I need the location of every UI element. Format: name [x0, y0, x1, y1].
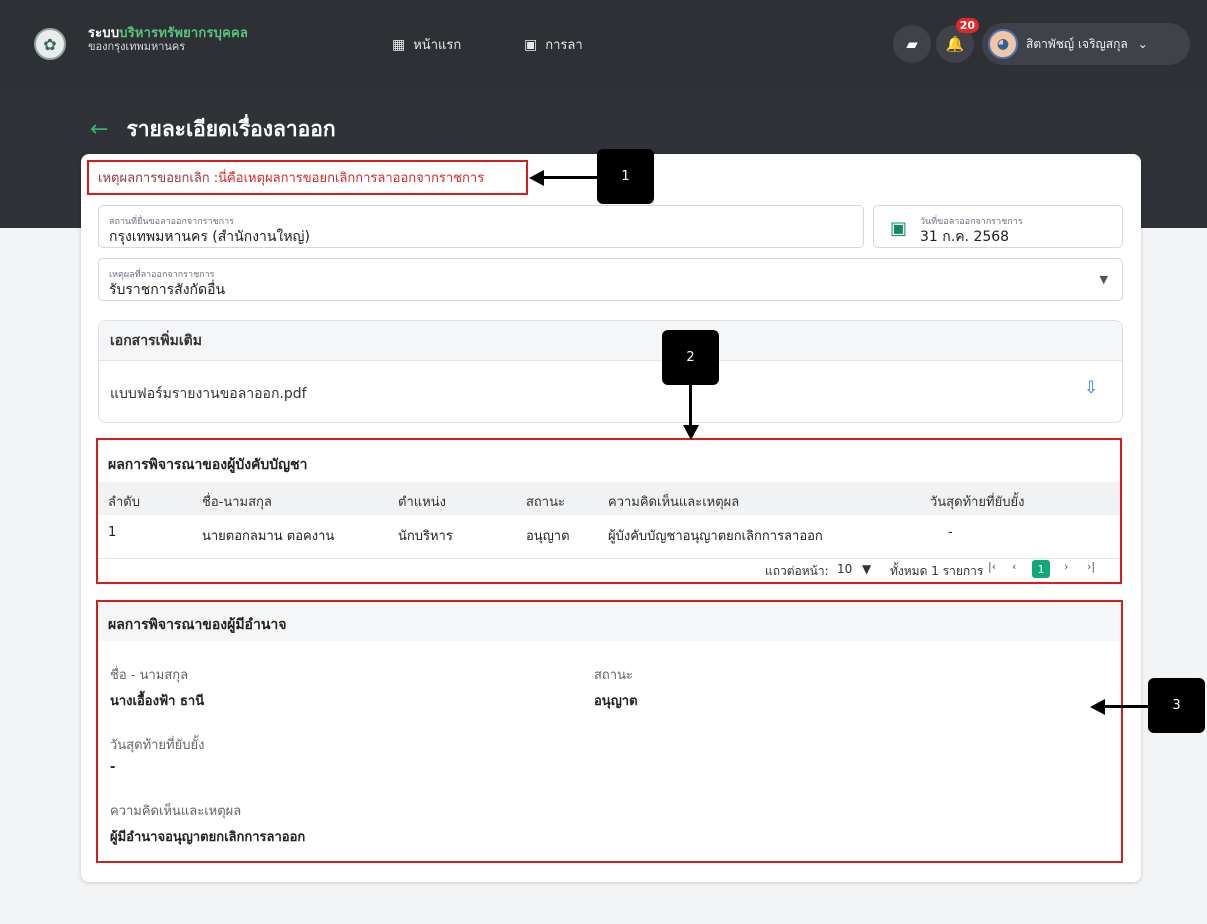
- logo-icon: ✿: [34, 28, 66, 60]
- authority-header: ผลการพิจารณาของผู้มีอำนาจ: [98, 602, 1121, 641]
- page-title: รายละเอียดเรื่องลาออก: [126, 117, 336, 141]
- chevron-down-icon: ▼: [1099, 273, 1108, 286]
- row-order: 1: [108, 525, 117, 540]
- nav-leave-label: การลา: [545, 38, 583, 53]
- authority-lastday-label: วันสุดท้ายที่ยับยั้ง: [110, 738, 205, 753]
- table-pagination: แถวต่อหน้า: 10 ▼ ทั้งหมด 1 รายการ |‹ ‹ 1…: [98, 558, 1120, 580]
- documents-title: เอกสารเพิ่มเติม: [99, 321, 1122, 361]
- arrow-left-icon: [1104, 705, 1149, 708]
- table-header: ลำดับ ชื่อ-นามสกุล ตำแหน่ง สถานะ ความคิด…: [98, 482, 1120, 515]
- col-name: ชื่อ-นามสกุล: [202, 495, 272, 510]
- next-page-icon[interactable]: ›: [1064, 560, 1068, 573]
- authority-comment-value: ผู้มีอำนาจอนุญาตยกเลิกการลาออก: [110, 830, 306, 845]
- authority-lastday-value: -: [110, 760, 116, 775]
- brand-accent: บริหารทรัพยากรบุคคล: [119, 26, 249, 41]
- avatar: ◕: [988, 29, 1018, 59]
- row-position: นักบริหาร: [398, 529, 453, 544]
- authority-name-value: นางเอื้องฟ้า ธานี: [110, 694, 205, 709]
- cancel-reason-label: เหตุผลการขอยกเลิก :: [98, 171, 219, 186]
- brand-subtitle: ของกรุงเทพมหานคร: [88, 40, 186, 54]
- bell-icon: 🔔: [945, 35, 965, 53]
- leave-reason-value: รับราชการสังกัดอื่น: [109, 282, 226, 298]
- top-navigation-bar: ✿ ระบบบริหารทรัพยากรบุคคล ของกรุงเทพมหาน…: [0, 0, 1207, 88]
- date-value: 31 ก.ค. 2568: [920, 229, 1010, 245]
- brand-prefix: ระบบ: [88, 26, 120, 41]
- documents-panel: เอกสารเพิ่มเติม แบบฟอร์มรายงานขอลาออก.pd…: [98, 320, 1123, 423]
- cancel-reason-value: นี่คือเหตุผลการขอยกเลิกการลาออกจากราชการ: [218, 171, 485, 186]
- arrowhead-down: [683, 425, 699, 440]
- notification-button[interactable]: 🔔 20: [936, 18, 979, 63]
- nav-home[interactable]: ▦ หน้าแรก: [392, 34, 461, 55]
- rows-per-page-select[interactable]: 10: [837, 562, 852, 576]
- authority-result-section: ผลการพิจารณาของผู้มีอำนาจ ชื่อ - นามสกุล…: [96, 600, 1123, 863]
- col-position: ตำแหน่ง: [398, 495, 446, 510]
- table-row: 1 นายตอกลมาน ตอคงาน นักบริหาร อนุญาต ผู้…: [98, 515, 1120, 550]
- previous-page-icon[interactable]: ‹: [1012, 560, 1016, 573]
- col-comment: ความคิดเห็นและเหตุผล: [608, 495, 740, 510]
- col-status: สถานะ: [526, 495, 565, 510]
- row-name: นายตอกลมาน ตอคงาน: [202, 529, 335, 544]
- callout-3: 3: [1148, 678, 1205, 733]
- authority-name-label: ชื่อ - นามสกุล: [110, 668, 189, 683]
- document-file-name[interactable]: แบบฟอร์มรายงานขอลาออก.pdf: [110, 383, 307, 405]
- arrowhead-left: [1090, 699, 1105, 715]
- user-menu[interactable]: ◕ สิตาพัชญ์ เจริญสกุล ⌄: [982, 23, 1190, 65]
- arrowhead-left: [529, 170, 544, 186]
- authority-comment-label: ความคิดเห็นและเหตุผล: [110, 804, 242, 819]
- leave-reason-select[interactable]: เหตุผลที่ลาออกจากราชการ รับราชการสังกัดอ…: [98, 258, 1123, 301]
- callout-2: 2: [662, 330, 719, 385]
- cancel-reason: เหตุผลการขอยกเลิก : นี่คือเหตุผลการขอยกเ…: [87, 160, 528, 195]
- row-comment: ผู้บังคับบัญชาอนุญาตยกเลิกการลาออก: [608, 529, 823, 544]
- book-icon: ▰: [906, 35, 918, 53]
- brand-title: ระบบบริหารทรัพยากรบุคคล: [88, 26, 249, 41]
- chevron-down-icon[interactable]: ▼: [862, 562, 871, 576]
- chevron-down-icon: ⌄: [1137, 37, 1148, 51]
- date-field: ▣ วันที่ขอลาออกจากราชการ 31 ก.ค. 2568: [873, 205, 1123, 248]
- col-lastday: วันสุดท้ายที่ยับยั้ง: [930, 495, 1025, 510]
- brand: ระบบบริหารทรัพยากรบุคคล ของกรุงเทพมหานคร: [88, 26, 249, 54]
- row-lastday: -: [948, 525, 953, 540]
- nav-leave[interactable]: ▣ การลา: [524, 34, 583, 55]
- rows-per-page-label: แถวต่อหน้า:: [765, 564, 829, 578]
- nav-home-label: หน้าแรก: [413, 38, 462, 53]
- authority-status-label: สถานะ: [594, 668, 633, 683]
- book-button[interactable]: ▰: [893, 25, 931, 63]
- department-value: กรุงเทพมหานคร (สำนักงานใหญ่): [109, 229, 310, 245]
- download-icon[interactable]: ⇩: [1084, 378, 1098, 398]
- page-header: ← รายละเอียดเรื่องลาออก: [90, 113, 336, 146]
- calendar-icon: ▣: [524, 36, 538, 53]
- current-page-button[interactable]: 1: [1032, 560, 1050, 578]
- row-status: อนุญาต: [526, 529, 570, 544]
- calendar-icon: ▣: [890, 218, 908, 239]
- first-page-icon[interactable]: |‹: [988, 560, 996, 573]
- arrow-down-icon: [689, 385, 692, 427]
- department-field: สถานที่ยื่นขอลาออกจากราชการ กรุงเทพมหานค…: [98, 205, 864, 248]
- user-name: สิตาพัชญ์ เจริญสกุล: [1026, 36, 1128, 51]
- supervisor-title: ผลการพิจารณาของผู้บังคับบัญชา: [108, 457, 308, 473]
- authority-title: ผลการพิจารณาของผู้มีอำนาจ: [108, 617, 287, 633]
- callout-1: 1: [597, 149, 654, 204]
- authority-status-value: อนุญาต: [594, 694, 638, 709]
- arrow-left-icon: [543, 176, 599, 179]
- last-page-icon[interactable]: ›|: [1087, 560, 1095, 573]
- notification-badge: 20: [955, 18, 979, 33]
- grid-icon: ▦: [392, 36, 406, 53]
- col-order: ลำดับ: [108, 495, 140, 510]
- arrow-left-icon[interactable]: ←: [90, 117, 108, 142]
- supervisor-result-section: ผลการพิจารณาของผู้บังคับบัญชา ลำดับ ชื่อ…: [96, 438, 1122, 584]
- total-items: ทั้งหมด 1 รายการ: [890, 564, 984, 578]
